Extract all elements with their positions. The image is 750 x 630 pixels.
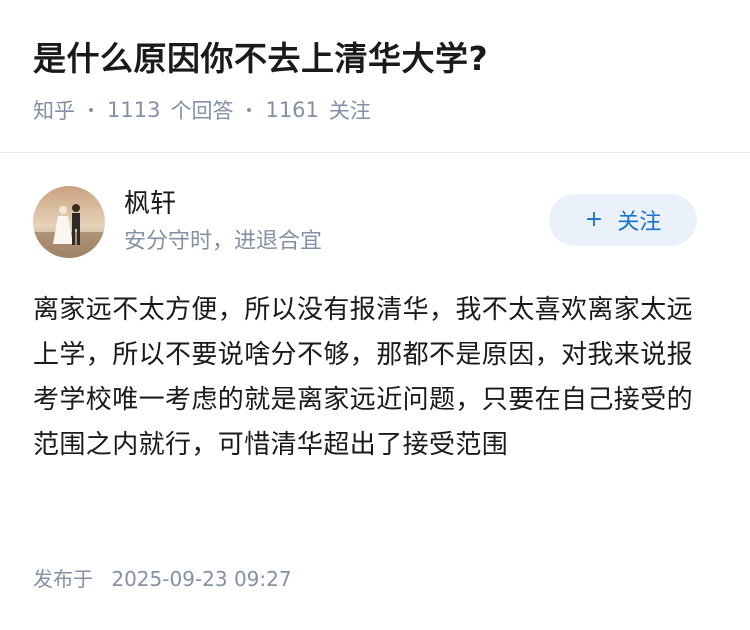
plus-icon: + bbox=[584, 207, 604, 232]
answer-count-label: 个回答 bbox=[170, 99, 234, 123]
author-card: 枫轩 安分守时，进退合宜 + 关注 bbox=[33, 186, 723, 264]
separator-dot bbox=[89, 108, 93, 112]
author-name[interactable]: 枫轩 bbox=[124, 186, 176, 222]
question-meta: 知乎 1113 个回答 1161 关注 bbox=[33, 95, 371, 125]
avatar[interactable] bbox=[33, 186, 105, 258]
publish-info: 发布于 2025-09-23 09:27 bbox=[33, 563, 292, 595]
follower-count-label: 关注 bbox=[328, 99, 371, 123]
answer-content: 离家远不太方便，所以没有报清华，我不太喜欢离家太远上学，所以不要说啥分不够，那都… bbox=[33, 295, 694, 460]
follow-button-label: 关注 bbox=[617, 210, 662, 235]
publish-label: 发布于 bbox=[33, 567, 93, 591]
follower-count: 1161 bbox=[265, 98, 319, 122]
author-bio: 安分守时，进退合宜 bbox=[124, 229, 323, 254]
question-title[interactable]: 是什么原因你不去上清华大学? bbox=[33, 34, 488, 84]
source-label[interactable]: 知乎 bbox=[33, 95, 75, 125]
follow-button[interactable]: + 关注 bbox=[549, 194, 697, 246]
separator-dot bbox=[247, 108, 252, 112]
publish-datetime: 2025-09-23 09:27 bbox=[111, 567, 292, 591]
answer-count: 1113 bbox=[107, 98, 161, 122]
answer-page: 是什么原因你不去上清华大学? 知乎 1113 个回答 1161 关注 枫轩 安分… bbox=[0, 0, 750, 630]
question-header: 是什么原因你不去上清华大学? 知乎 1113 个回答 1161 关注 bbox=[0, 0, 750, 153]
avatar-photo bbox=[33, 186, 105, 258]
